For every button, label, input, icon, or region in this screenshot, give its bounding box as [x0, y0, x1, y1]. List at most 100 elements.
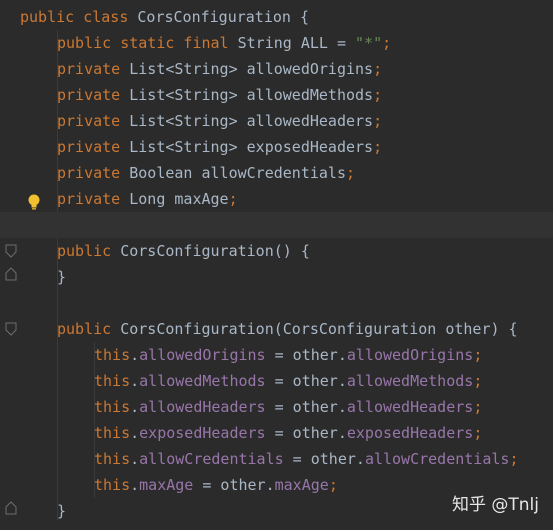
- code-token: = other.: [265, 346, 347, 364]
- code-line[interactable]: public static final String ALL = "*";: [0, 30, 553, 56]
- code-line[interactable]: this.exposedHeaders = other.exposedHeade…: [0, 420, 553, 446]
- code-line-content: private Long maxAge;: [57, 186, 238, 212]
- code-token: ;: [373, 112, 383, 130]
- code-token: exposedHeaders: [346, 424, 474, 442]
- code-token: CorsConfiguration {: [137, 8, 309, 26]
- code-token: CorsConfiguration() {: [120, 242, 310, 260]
- code-line-content: this.maxAge = other.maxAge;: [94, 472, 338, 498]
- code-line[interactable]: private Boolean allowCredentials;: [0, 160, 553, 186]
- code-token: this: [94, 450, 131, 468]
- code-token: ;: [382, 34, 392, 52]
- code-token: = other.: [193, 476, 275, 494]
- code-line[interactable]: }: [0, 264, 553, 290]
- code-token: ;: [346, 164, 356, 182]
- fold-marker-icon[interactable]: [5, 244, 17, 258]
- code-token: public static final: [57, 34, 238, 52]
- code-token: "*": [355, 34, 383, 52]
- code-token: ;: [373, 86, 383, 104]
- code-token: .: [130, 372, 140, 390]
- code-token: ;: [473, 346, 483, 364]
- code-line-content: this.allowCredentials = other.allowCrede…: [94, 446, 518, 472]
- code-token: allowedHeaders: [346, 398, 474, 416]
- code-token: private: [57, 112, 130, 130]
- code-token: CorsConfiguration(CorsConfiguration othe…: [120, 320, 518, 338]
- intention-bulb-icon[interactable]: [26, 193, 42, 211]
- code-line[interactable]: [0, 212, 553, 238]
- code-line-content: private List<String> exposedHeaders;: [57, 134, 382, 160]
- code-line-content: }: [57, 264, 66, 290]
- code-line[interactable]: this.allowCredentials = other.allowCrede…: [0, 446, 553, 472]
- code-token: ;: [228, 190, 238, 208]
- code-line[interactable]: this.allowedHeaders = other.allowedHeade…: [0, 394, 553, 420]
- code-token: allowedMethods: [139, 372, 266, 390]
- code-token: = other.: [265, 372, 347, 390]
- code-line[interactable]: private List<String> exposedHeaders;: [0, 134, 553, 160]
- code-line-content: private Boolean allowCredentials;: [57, 160, 355, 186]
- code-token: List<String> exposedHeaders: [129, 138, 374, 156]
- code-token: }: [57, 268, 67, 286]
- code-token: ;: [373, 138, 383, 156]
- code-line[interactable]: private List<String> allowedMethods;: [0, 82, 553, 108]
- code-line-content: public class CorsConfiguration {: [20, 4, 309, 30]
- fold-marker-icon[interactable]: [5, 267, 17, 281]
- code-token: = other.: [265, 398, 347, 416]
- code-line-content: this.exposedHeaders = other.exposedHeade…: [94, 420, 482, 446]
- code-line-content: private List<String> allowedOrigins;: [57, 56, 382, 82]
- code-line[interactable]: private Long maxAge;: [0, 186, 553, 212]
- code-token: ;: [328, 476, 338, 494]
- code-token: .: [130, 476, 140, 494]
- code-token: }: [57, 502, 67, 520]
- code-token: private: [57, 138, 130, 156]
- code-token: private: [57, 164, 130, 182]
- code-line-content: private List<String> allowedHeaders;: [57, 108, 382, 134]
- code-line-content: }: [57, 498, 66, 524]
- code-token: exposedHeaders: [139, 424, 266, 442]
- code-line[interactable]: this.allowedOrigins = other.allowedOrigi…: [0, 342, 553, 368]
- code-token: allowCredentials: [139, 450, 284, 468]
- code-token: List<String> allowedMethods: [129, 86, 374, 104]
- code-token: ;: [373, 60, 383, 78]
- code-token: maxAge: [139, 476, 194, 494]
- code-token: ;: [473, 372, 483, 390]
- code-token: this: [94, 424, 131, 442]
- code-token: private: [57, 86, 130, 104]
- code-line[interactable]: private List<String> allowedHeaders;: [0, 108, 553, 134]
- code-token: .: [130, 450, 140, 468]
- code-line[interactable]: public CorsConfiguration(CorsConfigurati…: [0, 316, 553, 342]
- code-token: allowedHeaders: [139, 398, 266, 416]
- code-token: Boolean allowCredentials: [129, 164, 346, 182]
- code-line-content: this.allowedOrigins = other.allowedOrigi…: [94, 342, 482, 368]
- code-token: Long maxAge: [129, 190, 229, 208]
- code-token: String ALL =: [237, 34, 356, 52]
- code-line-content: private List<String> allowedMethods;: [57, 82, 382, 108]
- code-token: .: [130, 424, 140, 442]
- watermark: 知乎 @Tnlj: [451, 495, 539, 515]
- code-token: private: [57, 60, 130, 78]
- code-line[interactable]: [0, 290, 553, 316]
- code-line-content: this.allowedHeaders = other.allowedHeade…: [94, 394, 482, 420]
- code-token: List<String> allowedOrigins: [129, 60, 374, 78]
- fold-marker-icon[interactable]: [5, 322, 17, 336]
- code-token: allowedOrigins: [139, 346, 266, 364]
- code-token: = other.: [265, 424, 347, 442]
- code-token: this: [94, 398, 131, 416]
- code-token: ;: [473, 424, 483, 442]
- code-token: allowedOrigins: [346, 346, 474, 364]
- code-token: .: [130, 346, 140, 364]
- code-line[interactable]: this.allowedMethods = other.allowedMetho…: [0, 368, 553, 394]
- code-token: .: [130, 398, 140, 416]
- code-token: = other.: [283, 450, 365, 468]
- code-token: ;: [509, 450, 519, 468]
- code-line-content: public static final String ALL = "*";: [57, 30, 391, 56]
- code-line[interactable]: public class CorsConfiguration {: [0, 4, 553, 30]
- code-line[interactable]: private List<String> allowedOrigins;: [0, 56, 553, 82]
- code-line[interactable]: public CorsConfiguration() {: [0, 238, 553, 264]
- code-token: allowCredentials: [364, 450, 510, 468]
- code-line-content: public CorsConfiguration(CorsConfigurati…: [57, 316, 518, 342]
- code-token: maxAge: [274, 476, 329, 494]
- fold-marker-icon[interactable]: [5, 501, 17, 515]
- code-token: List<String> allowedHeaders: [129, 112, 374, 130]
- code-token: public: [57, 320, 121, 338]
- code-token: public class: [20, 8, 138, 26]
- code-editor[interactable]: public class CorsConfiguration {public s…: [0, 0, 553, 530]
